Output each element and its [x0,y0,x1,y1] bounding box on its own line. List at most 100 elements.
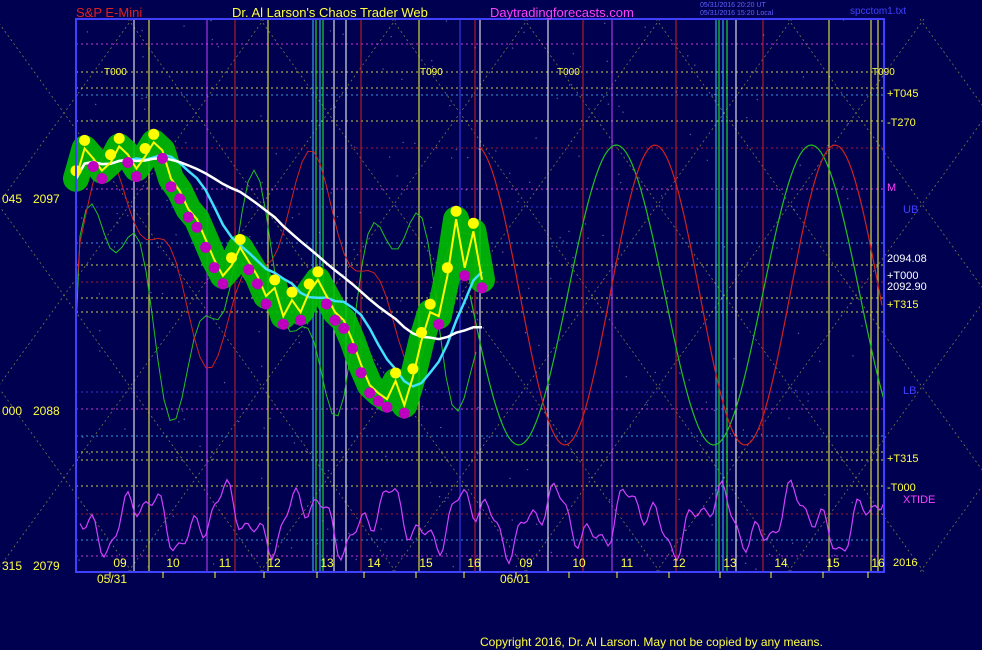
price-point-38 [398,407,410,419]
x-tick-label-9: 10 [572,556,586,570]
texture-dot-80 [502,251,504,253]
copyright-notice: Copyright 2016, Dr. Al Larson. May not b… [480,635,823,649]
texture-dot-16 [212,563,215,565]
texture-dot-221 [495,150,497,152]
x-tick-label-10: 11 [621,556,634,570]
texture-dot-138 [852,355,854,357]
x-tick-label-14: 15 [826,556,840,570]
texture-dot-49 [549,277,552,280]
price-point-34 [364,387,376,399]
x-tick-label-6: 15 [419,556,433,570]
header-site-link[interactable]: Daytradingforecasts.com [490,5,634,20]
texture-dot-196 [161,292,164,295]
texture-dot-209 [694,64,696,66]
price-point-33 [355,367,367,379]
x-tick-label-12: 13 [723,556,737,570]
texture-dot-93 [681,450,684,453]
texture-dot-15 [618,173,620,175]
texture-dot-199 [238,420,240,423]
texture-dot-217 [538,344,540,347]
texture-dot-211 [827,144,829,147]
texture-dot-159 [535,137,537,139]
texture-dot-161 [472,69,474,72]
texture-dot-105 [263,427,265,429]
texture-dot-175 [316,543,319,545]
texture-dot-119 [390,35,392,38]
right-label-m: M [887,182,896,194]
texture-dot-123 [354,146,356,148]
price-point-3 [96,173,108,185]
right-label-lb: LB [903,385,916,397]
texture-dot-139 [344,203,347,206]
texture-dot-12 [172,263,175,266]
texture-dot-137 [181,410,184,412]
texture-dot-253 [330,192,332,194]
price-point-22 [260,298,272,310]
texture-dot-6 [606,60,608,63]
texture-dot-250 [388,156,391,158]
texture-dot-194 [572,256,574,259]
date-label-0601: 06/01 [500,572,530,586]
price-point-47 [476,282,488,294]
texture-dot-4 [551,245,553,247]
texture-dot-229 [678,498,680,501]
texture-dot-254 [744,562,747,565]
texture-dot-19 [199,445,201,448]
price-point-19 [234,234,246,245]
texture-dot-41 [336,215,339,218]
price-point-9 [148,128,160,140]
price-point-26 [295,314,307,326]
price-point-20 [243,264,255,276]
price-point-37 [390,367,402,379]
price-point-29 [321,298,332,310]
price-point-17 [217,278,229,290]
texture-dot-56 [211,38,213,41]
right-label-t315-lower: +T315 [887,453,919,465]
texture-dot-239 [645,401,648,404]
texture-dot-257 [526,468,529,471]
texture-dot-108 [746,116,748,119]
top-marker-1: T000 [104,67,127,78]
price-point-28 [312,266,324,278]
texture-dot-131 [550,551,553,554]
price-point-21 [251,278,263,290]
texture-dot-256 [354,407,356,409]
right-label-t270: -T270 [887,117,916,129]
price-point-15 [200,241,212,253]
texture-dot-42 [249,235,251,238]
texture-dot-207 [88,453,91,455]
texture-dot-34 [288,149,291,151]
texture-dot-3 [138,504,141,506]
texture-dot-208 [421,405,424,408]
price-point-27 [303,278,315,290]
right-label-last-price: 2092.90 [887,281,927,293]
texture-dot-245 [546,444,548,447]
texture-dot-248 [619,181,622,184]
price-point-43 [441,262,453,274]
texture-dot-63 [261,182,263,184]
texture-dot-258 [528,181,531,184]
texture-dot-135 [713,409,716,412]
right-label-ub: UB [903,204,918,216]
right-label-2016: 2016 [893,557,917,569]
texture-dot-238 [99,330,101,332]
texture-dot-146 [380,528,382,530]
texture-dot-234 [258,331,260,333]
texture-dot-69 [82,436,84,438]
texture-dot-120 [178,421,180,423]
texture-dot-156 [449,104,451,107]
texture-dot-122 [509,172,511,174]
texture-dot-240 [842,186,844,188]
price-point-2 [87,161,99,172]
texture-dot-107 [559,236,561,239]
texture-dot-210 [855,459,858,462]
texture-dot-78 [430,226,432,229]
texture-dot-186 [166,199,168,202]
price-point-46 [467,217,479,229]
texture-dot-127 [384,541,386,543]
texture-dot-29 [625,376,627,378]
header-author: Dr. Al Larson's Chaos Trader Web [232,5,428,20]
header-stamp-ut: 05/31/2016 20:20 UT [700,2,766,9]
y-tick-2079: 2079 [33,559,60,573]
texture-dot-191 [364,427,366,429]
